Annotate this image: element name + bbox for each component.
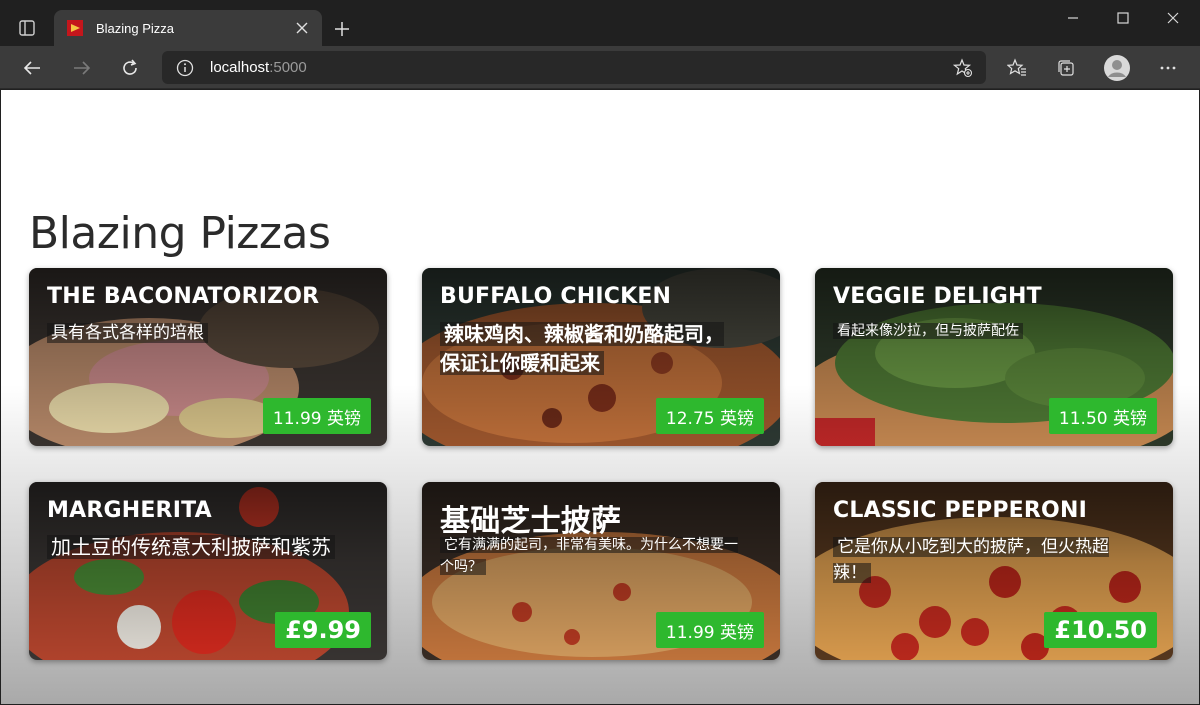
- pizza-name: VEGGIE DELIGHT: [833, 284, 1042, 309]
- profile-icon: [1104, 55, 1130, 81]
- back-button[interactable]: [16, 52, 48, 84]
- favorites-icon: [1007, 58, 1026, 76]
- pizza-description: 看起来像沙拉，但与披萨配佐: [833, 320, 1023, 342]
- pizza-description-text: 它有满满的起司，非常有美味。为什么不想要一个吗？: [440, 537, 738, 575]
- pizza-description-text: 看起来像沙拉，但与披萨配佐: [833, 323, 1023, 339]
- settings-more-button[interactable]: [1152, 52, 1184, 84]
- window-close-button[interactable]: [1148, 0, 1198, 36]
- plus-icon: [335, 22, 349, 36]
- pizza-name: CLASSIC PEPPERONI: [833, 498, 1087, 523]
- tab-title: Blazing Pizza: [96, 20, 175, 36]
- collections-button[interactable]: [1050, 52, 1082, 84]
- browser-toolbar: localhost:5000: [0, 46, 1200, 89]
- pizza-card[interactable]: 基础芝士披萨 它有满满的起司，非常有美味。为什么不想要一个吗？ 11.99 英镑: [422, 482, 780, 660]
- browser-tab-strip: Blazing Pizza: [0, 0, 1200, 46]
- tab-actions-button[interactable]: [12, 13, 42, 43]
- page-title: Blazing Pizzas: [29, 208, 331, 259]
- maximize-button[interactable]: [1098, 0, 1148, 36]
- pizza-price: 11.99 英镑: [655, 612, 764, 648]
- refresh-button[interactable]: [114, 52, 146, 84]
- pizza-description: 加土豆的传统意大利披萨和紫苏: [47, 534, 335, 560]
- pizza-price: 12.75 英镑: [655, 398, 764, 434]
- collections-icon: [1058, 60, 1074, 76]
- active-tab[interactable]: Blazing Pizza: [54, 10, 322, 46]
- pizza-description: 它有满满的起司，非常有美味。为什么不想要一个吗？: [440, 534, 740, 578]
- pizza-card[interactable]: THE BACONATORIZOR 具有各式各样的培根 11.99 英镑: [29, 268, 387, 446]
- minimize-icon: [1068, 17, 1078, 19]
- pizza-description-text: 加土豆的传统意大利披萨和紫苏: [47, 535, 335, 559]
- url-host: localhost: [210, 59, 270, 76]
- url-port: :5000: [269, 59, 307, 76]
- pizza-card[interactable]: VEGGIE DELIGHT 看起来像沙拉，但与披萨配佐 11.50 英镑: [815, 268, 1173, 446]
- pizza-card[interactable]: BUFFALO CHICKEN 辣味鸡肉、辣椒酱和奶酪起司，保证让你暖和起来 1…: [422, 268, 780, 446]
- profile-avatar-button[interactable]: [1102, 53, 1132, 83]
- pizza-name: MARGHERITA: [47, 498, 212, 523]
- pizza-description: 辣味鸡肉、辣椒酱和奶酪起司，保证让你暖和起来: [440, 320, 730, 378]
- page-viewport: Blazing Pizzas THE BACONATORIZOR 具有各式各样的…: [1, 90, 1199, 704]
- tab-actions-icon: [19, 20, 35, 36]
- pizza-card[interactable]: CLASSIC PEPPERONI 它是你从小吃到大的披萨，但火热超辣！ £10…: [815, 482, 1173, 660]
- pizza-price: £10.50: [1044, 612, 1157, 648]
- pizza-description: 它是你从小吃到大的披萨，但火热超辣！: [833, 534, 1123, 586]
- pizza-price: 11.50 英镑: [1048, 398, 1157, 434]
- pizza-card[interactable]: MARGHERITA 加土豆的传统意大利披萨和紫苏 £9.99: [29, 482, 387, 660]
- refresh-icon: [123, 59, 137, 75]
- url-text[interactable]: localhost:5000: [210, 59, 948, 76]
- forward-button[interactable]: [66, 52, 98, 84]
- pizza-description-text: 具有各式各样的培根: [47, 323, 208, 343]
- pizza-description-text: 它是你从小吃到大的披萨，但火热超辣！: [833, 537, 1109, 583]
- maximize-icon: [1117, 12, 1129, 24]
- close-icon: [296, 22, 308, 34]
- add-favorite-button[interactable]: [948, 53, 978, 83]
- pizza-name: THE BACONATORIZOR: [47, 284, 320, 309]
- address-bar[interactable]: localhost:5000: [162, 51, 986, 84]
- site-info-icon[interactable]: [174, 57, 196, 79]
- favorites-button[interactable]: [1001, 52, 1033, 84]
- pizza-price: £9.99: [275, 612, 371, 648]
- tab-close-button[interactable]: [288, 14, 316, 42]
- star-add-icon: [953, 57, 973, 77]
- arrow-right-icon: [74, 61, 91, 75]
- close-icon: [1167, 12, 1179, 24]
- pizza-description-text: 辣味鸡肉、辣椒酱和奶酪起司，保证让你暖和起来: [440, 322, 724, 375]
- pizza-description: 具有各式各样的培根: [47, 320, 208, 346]
- arrow-left-icon: [23, 61, 40, 75]
- more-dots-icon: [1160, 66, 1176, 70]
- minimize-button[interactable]: [1048, 0, 1098, 36]
- pizza-favicon-icon: [67, 20, 83, 36]
- pizza-price: 11.99 英镑: [262, 398, 371, 434]
- new-tab-button[interactable]: [328, 15, 356, 43]
- pizza-name: BUFFALO CHICKEN: [440, 284, 672, 309]
